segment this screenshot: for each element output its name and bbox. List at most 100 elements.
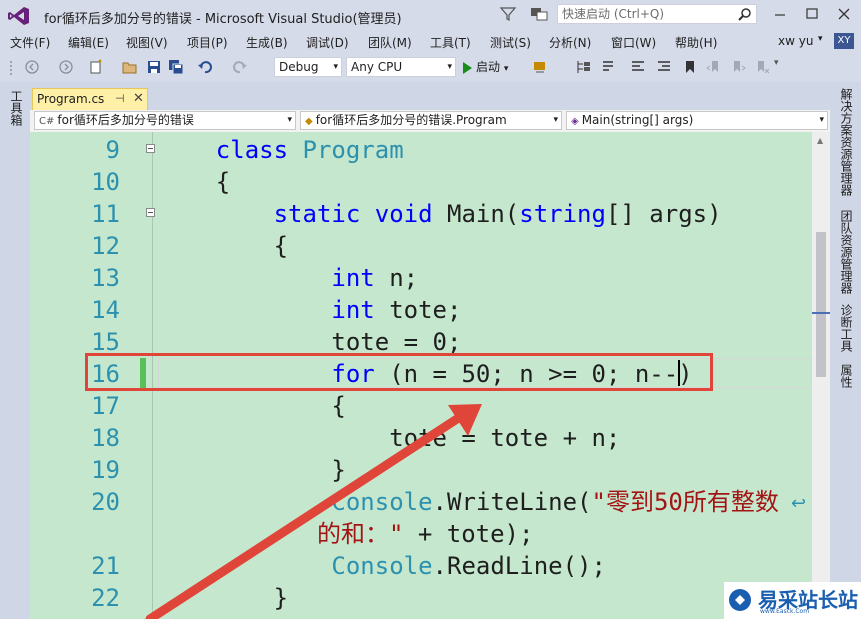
dropdown-arrow-icon: ▾ [333,62,338,72]
menu-help[interactable]: 帮助(H) [675,34,717,51]
team-explorer-tab[interactable]: 团队资源管理器 [838,210,855,294]
type-program: Program [302,136,404,164]
toolbar-overflow-icon[interactable]: ▾ [774,58,779,68]
filter-icon[interactable] [500,6,516,22]
menu-team[interactable]: 团队(M) [368,34,412,51]
diagnostic-tools-tab[interactable]: 诊断工具 [838,304,855,352]
hot-reload-icon[interactable] [532,59,548,75]
navigate-back-icon[interactable] [24,59,40,75]
code-line: 的和：" + tote); [30,518,812,550]
annotation-highlight-box [85,353,713,391]
avatar[interactable]: XY [834,33,854,49]
minimize-icon[interactable] [768,4,792,24]
type-dropdown[interactable]: ◆ for循环后多加分号的错误.Program ▾ [300,111,562,130]
quick-launch-box[interactable] [557,4,757,24]
watermark-emblem-icon [729,589,751,611]
type-value: for循环后多加分号的错误.Program [315,113,507,127]
class-icon: ◆ [305,116,313,127]
redo-icon[interactable] [232,59,248,75]
word-wrap-glyph-icon: ↩ [791,493,807,514]
visual-studio-logo-icon [8,7,29,25]
left-tool-strip: 工具箱 [0,82,30,619]
line-number: 10 [91,168,120,196]
maximize-icon[interactable] [800,4,824,24]
project-value: for循环后多加分号的错误 [57,113,194,127]
code-text: { [158,168,231,196]
save-icon[interactable] [146,59,162,75]
tab-label: Program.cs [37,92,105,106]
open-file-icon[interactable] [122,59,138,75]
solution-configuration-dropdown[interactable]: Debug ▾ [274,57,342,77]
navigate-forward-icon[interactable] [58,59,74,75]
menu-debug[interactable]: 调试(D) [306,34,349,51]
navigation-bar: C# for循环后多加分号的错误 ▾ ◆ for循环后多加分号的错误.Program ▾… [30,110,830,133]
code-text: int n; [331,264,419,292]
next-bookmark-icon[interactable] [730,59,746,75]
chevron-down-icon[interactable]: ▾ [504,64,509,74]
quick-launch-input[interactable] [562,6,732,22]
uncomment-icon[interactable] [656,59,672,75]
menu-test[interactable]: 测试(S) [490,34,531,51]
collapse-icon[interactable] [146,208,155,217]
line-number: 9 [105,136,120,164]
menu-file[interactable]: 文件(F) [10,34,50,51]
clear-bookmarks-icon[interactable] [754,59,770,75]
prev-bookmark-icon[interactable] [706,59,722,75]
vertical-scrollbar[interactable]: ▲ [812,132,830,619]
line-number: 18 [91,424,120,452]
dropdown-arrow-icon: ▾ [287,112,292,129]
tab-program-cs[interactable]: Program.cs ⊣ ✕ [32,88,148,110]
line-number: 17 [91,392,120,420]
scroll-up-icon[interactable]: ▲ [817,136,823,145]
menu-project[interactable]: 项目(P) [187,34,228,51]
toolbox-tab[interactable]: 工具箱 [8,90,25,126]
menu-bar: 文件(F) 编辑(E) 视图(V) 项目(P) 生成(B) 调试(D) 团队(M… [0,32,861,52]
code-text: { [158,392,346,420]
line-number: 14 [91,296,120,324]
solution-platform-dropdown[interactable]: Any CPU ▾ [346,57,456,77]
chevron-down-icon[interactable]: ▾ [818,34,823,44]
member-dropdown[interactable]: ◈ Main(string[] args) ▾ [566,111,828,130]
save-all-icon[interactable] [168,59,184,75]
code-line: 19 } [30,454,812,486]
project-dropdown[interactable]: C# for循环后多加分号的错误 ▾ [34,111,296,130]
collapse-icon[interactable] [146,144,155,153]
toolbar-grip[interactable] [10,61,15,75]
scrollbar-thumb[interactable] [816,232,826,377]
bookmark-icon[interactable] [682,59,698,75]
menu-window[interactable]: 窗口(W) [611,34,656,51]
menu-build[interactable]: 生成(B) [246,34,288,51]
properties-tab[interactable]: 属性 [838,364,855,388]
menu-analyze[interactable]: 分析(N) [549,34,591,51]
user-name[interactable]: xw yu [778,34,813,48]
code-line: 21 Console.ReadLine(); [30,550,812,582]
menu-tools[interactable]: 工具(T) [430,34,471,51]
solution-explorer-tab[interactable]: 解决方案资源管理器 [838,88,855,196]
menu-edit[interactable]: 编辑(E) [68,34,109,51]
solution-configuration-value: Debug [279,60,319,74]
right-tool-strip: 解决方案资源管理器 团队资源管理器 诊断工具 属性 [830,82,861,619]
close-window-icon[interactable] [832,4,856,24]
search-icon[interactable] [738,7,752,21]
undo-icon[interactable] [197,59,213,75]
solution-explorer-icon[interactable] [576,59,592,75]
start-debugging-button[interactable]: 启动 ▾ [463,58,508,76]
close-icon[interactable]: ✕ [133,91,144,106]
code-text: int tote; [331,296,462,324]
watermark-subtext: www.Easck.Com [760,608,810,615]
code-line: 9 class Program [30,134,812,166]
solution-platform-value: Any CPU [351,60,403,74]
comment-icon[interactable] [630,59,646,75]
title-bar: for循环后多加分号的错误 - Microsoft Visual Studio(… [0,0,861,32]
new-project-icon[interactable] [88,59,104,75]
line-number: 12 [91,232,120,260]
code-line: 18 tote = tote + n; [30,422,812,454]
member-value: Main(string[] args) [581,113,694,127]
menu-view[interactable]: 视图(V) [126,34,168,51]
pin-icon[interactable]: ⊣ [115,92,125,105]
code-line: 10 { [30,166,812,198]
line-number: 21 [91,552,120,580]
step-into-icon[interactable] [600,59,616,75]
code-editor[interactable]: 9 class Program 10 { 11 static void Main… [30,132,812,619]
feedback-icon[interactable] [530,6,548,22]
